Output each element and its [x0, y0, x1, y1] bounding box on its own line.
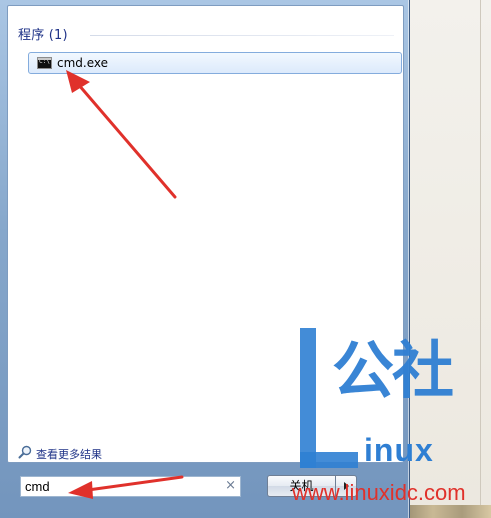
clear-search-icon[interactable]: ×: [225, 478, 236, 493]
watermark-logo-bar-base: [300, 452, 358, 468]
programs-section-header: 程序 (1): [18, 28, 68, 43]
see-more-results-link[interactable]: 查看更多结果: [18, 443, 158, 461]
search-box[interactable]: ×: [20, 476, 241, 497]
cmd-icon: C:\: [37, 57, 52, 69]
section-divider: [90, 35, 394, 36]
watermark-chinese-text: 公社: [332, 334, 454, 407]
result-item-label: cmd.exe: [57, 56, 109, 70]
see-more-label: 查看更多结果: [36, 448, 102, 461]
result-item-cmd[interactable]: C:\ cmd.exe: [28, 52, 402, 74]
window-edge: [480, 0, 481, 518]
taskbar-strip: [404, 505, 491, 518]
start-menu: 程序 (1) C:\ cmd.exe 查看更多结果 × 关机: [0, 0, 410, 518]
watermark-url: www.linuxidc.com: [292, 480, 466, 505]
search-input[interactable]: [25, 478, 220, 495]
watermark-linux-text: inux: [364, 432, 434, 468]
watermark-logo-bar: [300, 328, 316, 468]
search-icon: [18, 445, 32, 459]
